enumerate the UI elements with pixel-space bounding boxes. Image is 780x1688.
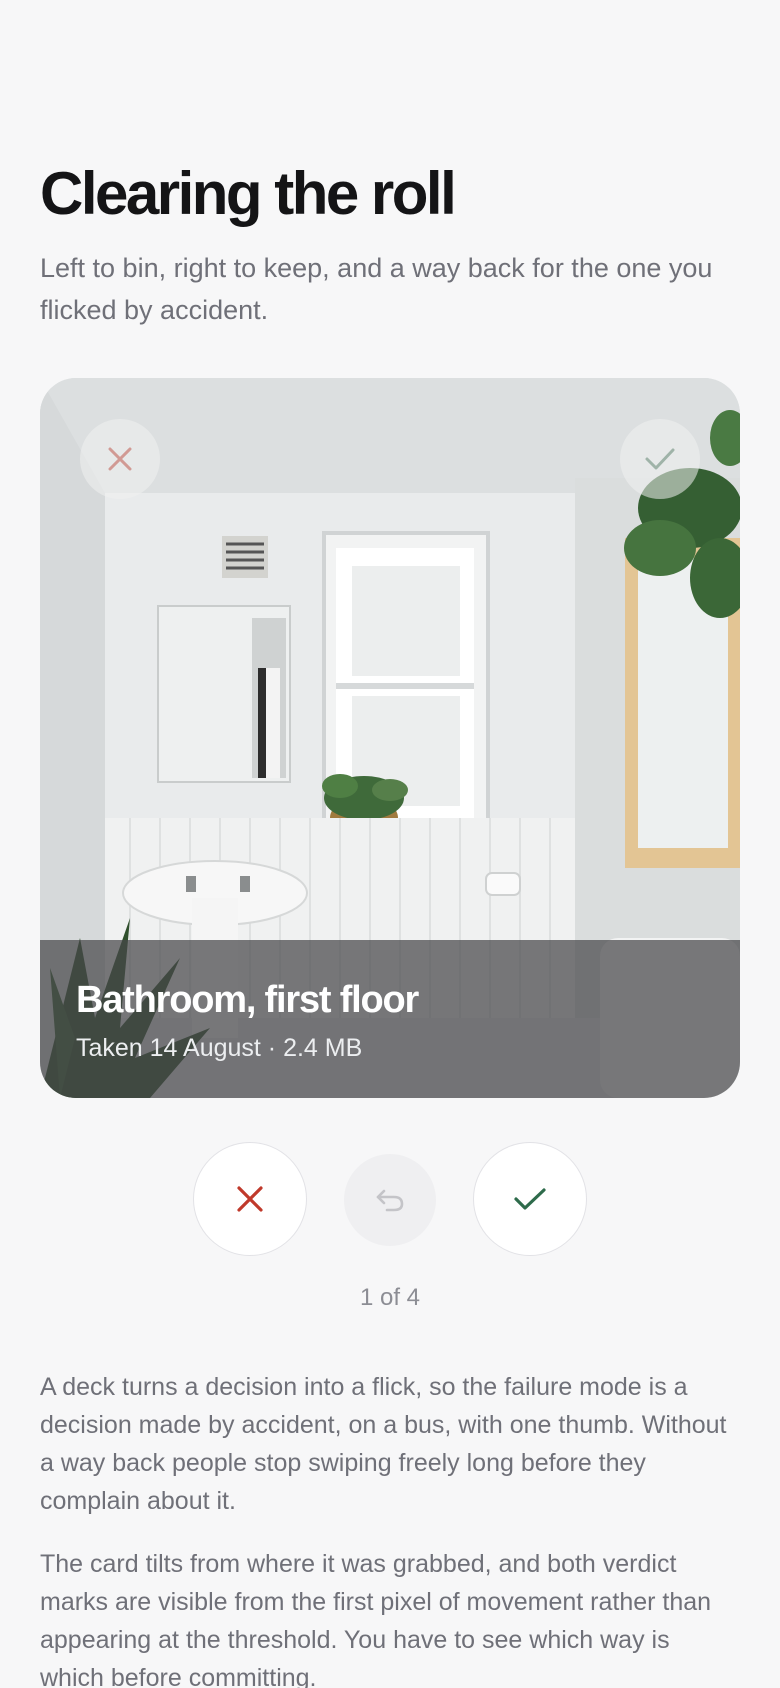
bin-verdict-mark	[80, 419, 160, 499]
keep-verdict-mark	[620, 419, 700, 499]
close-icon	[108, 447, 132, 471]
undo-button[interactable]	[344, 1154, 436, 1246]
close-icon	[237, 1186, 263, 1212]
body-paragraph: The card tilts from where it was grabbed…	[40, 1550, 712, 1688]
check-icon	[514, 1188, 546, 1210]
page: Clearing the roll Left to bin, right to …	[0, 0, 780, 1688]
reject-button[interactable]	[193, 1142, 307, 1256]
accept-button[interactable]	[473, 1142, 587, 1256]
page-title: Clearing the roll	[40, 160, 457, 227]
progress-counter: 1 of 4	[359, 1284, 421, 1311]
page-subtitle: Left to bin, right to keep, and a way ba…	[40, 253, 713, 325]
photo-title: Bathroom, first floor	[76, 979, 419, 1021]
body-paragraph: A deck turns a decision into a flick, so…	[40, 1373, 727, 1515]
photo-card[interactable]: Bathroom, first floor Taken 14 August · …	[40, 378, 740, 1098]
undo-icon	[376, 1189, 404, 1212]
action-buttons	[0, 1142, 780, 1258]
photo-caption: Bathroom, first floor Taken 14 August · …	[40, 940, 740, 1098]
check-icon	[645, 448, 675, 470]
photo-meta: Taken 14 August · 2.4 MB	[76, 1034, 363, 1062]
